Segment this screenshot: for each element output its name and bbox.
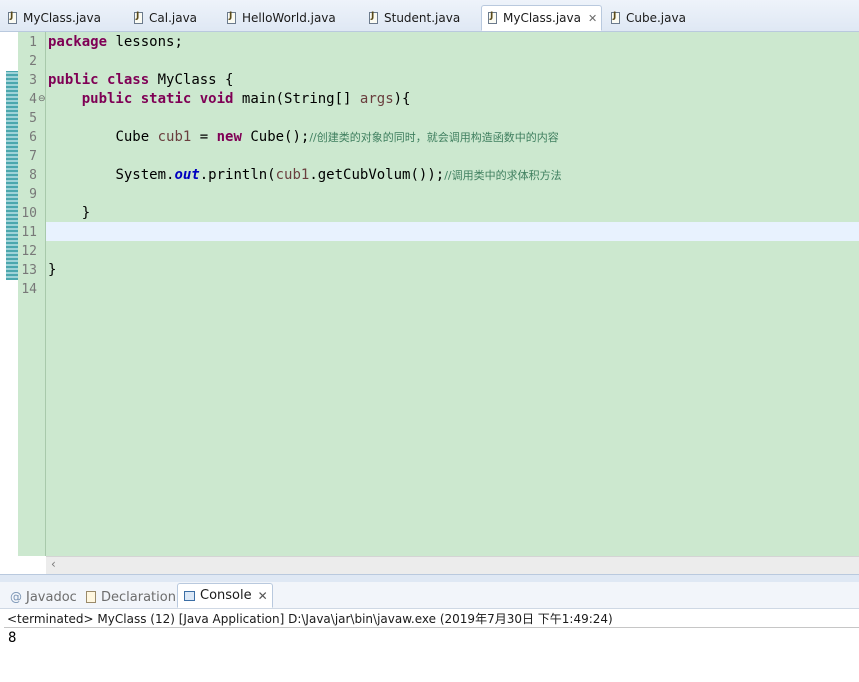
line-number: 8 [29,168,37,183]
tab-label: Cal.java [149,11,198,25]
code-line-3[interactable]: public class MyClass { [48,72,233,88]
keyword: void [199,91,234,107]
code-line-4[interactable]: public static void main(String[] args){ [48,91,411,107]
code-editor[interactable]: 1 2 3 4 ⊖ 5 6 7 8 9 10 11 12 13 14 packa… [0,32,859,574]
line-number: 5 [29,111,37,126]
keyword: class [107,72,150,88]
java-file-icon [611,11,620,24]
java-file-icon [488,11,497,24]
keyword: public [48,72,99,88]
keyword: public [81,91,133,107]
code-text-span: = [191,129,217,145]
horizontal-scrollbar[interactable]: ‹ [46,556,859,574]
fold-collapse-icon[interactable]: ⊖ [38,94,46,104]
code-text-span: main(String[] [233,91,360,107]
editor-tab-bar: MyClass.java Cal.java HelloWorld.java St… [0,0,859,32]
console-icon [184,590,195,601]
code-text-span: } [81,205,91,221]
code-text-span: System. [115,167,175,183]
view-tab-bar: @ Javadoc Declaration Console ✕ [0,582,859,609]
line-number: 12 [21,244,37,259]
code-text-span: lessons; [107,34,183,50]
line-number-gutter: 1 2 3 4 ⊖ 5 6 7 8 9 10 11 12 13 14 [18,32,46,556]
line-number: 11 [21,225,37,240]
line-number: 9 [29,187,37,202]
console-status-line: <terminated> MyClass (12) [Java Applicat… [7,612,613,626]
code-line-1[interactable]: package lessons; [48,34,183,50]
local-variable: cub1 [157,129,192,145]
keyword: package [48,34,108,50]
code-text-span: Cube(); [241,129,310,145]
java-file-icon [227,11,236,24]
tab-student-java[interactable]: Student.java [369,6,460,30]
tab-myclass-java-1[interactable]: MyClass.java [8,6,101,30]
tab-label: Javadoc [26,589,77,605]
tab-label: MyClass.java [503,11,581,25]
tab-console[interactable]: Console ✕ [177,583,273,608]
tab-javadoc[interactable]: @ Javadoc [10,587,77,607]
java-file-icon [369,11,378,24]
static-field: out [174,167,200,183]
tab-label: Cube.java [626,11,686,25]
tab-label: MyClass.java [23,11,101,25]
tab-label: Declaration [101,589,176,605]
tab-label: Console [200,588,252,603]
line-number: 4 [29,92,37,107]
current-line-highlight [46,222,859,241]
line-number: 14 [21,282,37,297]
divider [4,627,859,628]
tab-cube-java[interactable]: Cube.java [611,6,686,30]
code-line-8[interactable]: System.out.println(cub1.getCubVolum());/… [48,167,562,183]
tab-label: HelloWorld.java [242,11,336,25]
line-number: 6 [29,130,37,145]
keyword: new [216,129,242,145]
change-marker [6,71,18,280]
code-line-10[interactable]: } [48,205,90,221]
keyword: static [140,91,192,107]
close-tab-icon[interactable]: ✕ [588,12,597,25]
line-number: 1 [29,35,37,50]
line-number: 2 [29,54,37,69]
line-number: 3 [29,73,37,88]
code-line-6[interactable]: Cube cub1 = new Cube();//创建类的对象的同时，就会调用构… [48,129,559,145]
java-file-icon [134,11,143,24]
tab-helloworld-java[interactable]: HelloWorld.java [227,6,336,30]
scroll-left-icon[interactable]: ‹ [51,557,56,571]
code-text-span: ){ [393,91,411,107]
tab-declaration[interactable]: Declaration [86,587,176,607]
code-comment: //创建类的对象的同时，就会调用构造函数中的内容 [309,131,559,144]
parameter-name: args [359,91,394,107]
tab-cal-java[interactable]: Cal.java [134,6,197,30]
code-text-span: } [48,262,57,278]
code-text-span: .getCubVolum()); [309,167,445,183]
local-variable: cub1 [275,167,310,183]
line-number: 10 [21,206,37,221]
code-comment: //调用类中的求体积方法 [444,169,562,182]
console-output[interactable]: 8 [8,630,16,646]
code-text-span: .println( [199,167,276,183]
tab-label: Student.java [384,11,461,25]
javadoc-icon: @ [10,590,22,604]
declaration-icon [86,591,96,603]
java-file-icon [8,11,17,24]
code-line-13[interactable]: } [48,262,56,278]
code-text-span: Cube [115,129,158,145]
line-number: 7 [29,149,37,164]
code-text-span: MyClass { [149,72,234,88]
close-tab-icon[interactable]: ✕ [258,589,268,603]
line-number: 13 [21,263,37,278]
tab-myclass-java-active[interactable]: MyClass.java ✕ [481,5,602,31]
